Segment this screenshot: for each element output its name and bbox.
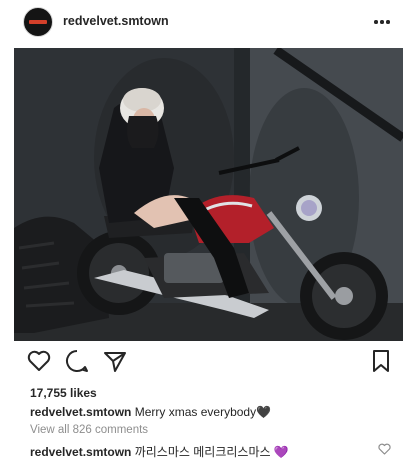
comment-username[interactable]: redvelvet.smtown: [30, 445, 131, 459]
comment-text: 까리스마스 메리크리스마스: [134, 445, 271, 459]
paper-plane-icon[interactable]: [102, 348, 128, 374]
photo-icon: [14, 48, 403, 341]
black-heart-emoji: 🖤: [256, 405, 272, 419]
post-caption: redvelvet.smtown Merry xmas everybody🖤: [30, 405, 271, 419]
caption-username[interactable]: redvelvet.smtown: [30, 405, 131, 419]
post-username[interactable]: redvelvet.smtown: [63, 14, 169, 28]
small-heart-icon[interactable]: [378, 443, 391, 455]
more-dots-icon[interactable]: [374, 20, 390, 24]
post-header: redvelvet.smtown: [0, 0, 418, 44]
comment-bubble-icon[interactable]: [64, 348, 90, 374]
heart-icon[interactable]: [26, 348, 52, 374]
avatar-logo-icon: [29, 20, 47, 24]
view-all-comments-link[interactable]: View all 826 comments: [30, 424, 148, 436]
likes-count[interactable]: 17,755 likes: [30, 386, 97, 400]
bookmark-icon[interactable]: [368, 348, 394, 374]
comment-row: redvelvet.smtown 까리스마스 메리크리스마스 💜: [30, 443, 289, 460]
post-photo[interactable]: [14, 48, 403, 341]
profile-avatar[interactable]: [23, 7, 53, 37]
purple-heart-emoji: 💜: [273, 445, 289, 459]
caption-text: Merry xmas everybody: [134, 405, 257, 419]
action-bar: [0, 344, 418, 380]
